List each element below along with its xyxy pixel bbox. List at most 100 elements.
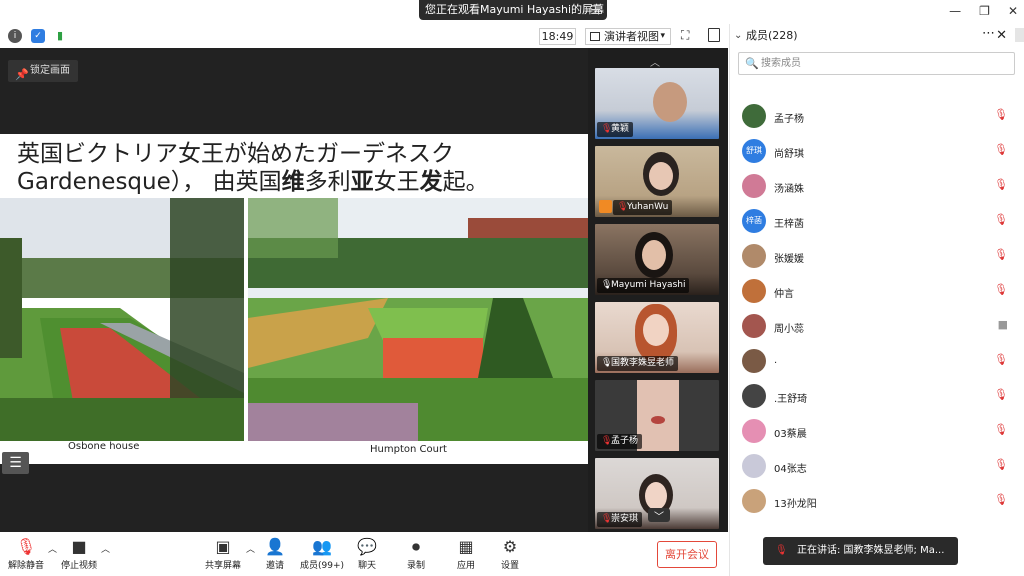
- list-item[interactable]: 张媛媛 🎙: [742, 242, 1012, 272]
- chevron-down-icon[interactable]: ⌄: [734, 24, 742, 48]
- close-window-icon[interactable]: ✕: [1008, 4, 1018, 18]
- member-name: 孟子杨: [774, 114, 804, 125]
- view-mode-button[interactable]: 演讲者视图 ▾: [585, 28, 671, 45]
- list-icon[interactable]: ☰: [2, 452, 29, 474]
- mic-off-icon: 🎙: [601, 436, 613, 446]
- shared-screen: 📌 锁定画面 英国ビクトリア女王が始めたガーデネスク Gardenesque），…: [0, 48, 588, 532]
- tile-label: 🎙 崇安琪: [597, 512, 643, 527]
- face: [642, 240, 666, 270]
- video-tile[interactable]: 🎙 黄颖: [595, 68, 719, 139]
- share-screen-icon: ▣: [215, 537, 231, 556]
- stop-video-label: 停止视频: [60, 561, 97, 571]
- mic-off-icon: 🎙: [994, 493, 1008, 506]
- list-item[interactable]: 03蔡晨 🎙: [742, 417, 1012, 447]
- scrollbar[interactable]: [1015, 28, 1024, 42]
- share-screen-button[interactable]: ▣ 共享屏幕: [204, 536, 242, 571]
- mic-off-icon: 🎙: [994, 178, 1008, 191]
- tile-label: 🎙 孟子杨: [597, 434, 643, 449]
- mic-off-icon: 🎙: [994, 108, 1008, 121]
- avatar: [742, 419, 766, 443]
- list-item[interactable]: 舒琪 尚舒琪 🎙: [742, 137, 1012, 167]
- share-banner-text: 您正在观看Mayumi Hayashi的屏幕: [425, 3, 605, 16]
- search-input[interactable]: 🔍 搜索成员: [738, 52, 1015, 75]
- chevron-up-icon[interactable]: ︿: [650, 54, 660, 69]
- video-tile[interactable]: 🎙 孟子杨: [595, 380, 719, 451]
- chat-button[interactable]: 💬 聊天: [354, 536, 380, 571]
- list-item[interactable]: 梓菡 王梓菡 🎙: [742, 207, 1012, 237]
- close-icon[interactable]: ✕: [996, 24, 1007, 48]
- apps-icon: ▦: [458, 537, 474, 556]
- panel-header: ⌄ 成员(228) ⋯ ✕: [730, 24, 1024, 48]
- avatar: [742, 104, 766, 128]
- list-item[interactable]: 13孙龙阳 🎙: [742, 487, 1012, 517]
- avatar: [742, 174, 766, 198]
- list-item[interactable]: 04张志 🎙: [742, 452, 1012, 482]
- mic-icon: 🎙: [601, 358, 613, 368]
- meeting-info-bar: i ✓ ▮ 18:49 演讲者视图 ▾ ⛶: [0, 26, 728, 47]
- mic-off-icon: 🎙: [601, 514, 613, 524]
- restore-icon[interactable]: ❐: [979, 4, 990, 18]
- unmute-button[interactable]: 🎙 解除静音: [8, 536, 44, 571]
- participants-label: 成员(99+): [299, 561, 345, 571]
- invite-button[interactable]: 👤 邀请: [262, 536, 288, 571]
- mic-off-icon: 🎙: [994, 388, 1008, 401]
- chevron-up-icon[interactable]: ︿: [101, 542, 110, 555]
- screen-share-banner[interactable]: 您正在观看Mayumi Hayashi的屏幕 ☰: [419, 0, 607, 20]
- search-icon: 🔍: [745, 57, 759, 70]
- camera-off-icon: [1010, 108, 1022, 120]
- minimize-icon[interactable]: —: [949, 4, 961, 18]
- face: [643, 314, 669, 346]
- leave-meeting-button[interactable]: 离开会议: [657, 541, 717, 568]
- pin-label: 锁定画面: [30, 65, 70, 76]
- invite-label: 邀请: [265, 561, 284, 571]
- chevron-up-icon[interactable]: ︿: [246, 542, 255, 555]
- member-name: .: [774, 355, 778, 366]
- signal-icon[interactable]: ▮: [53, 29, 67, 43]
- chevron-up-icon[interactable]: ︿: [48, 542, 57, 555]
- record-button[interactable]: ⏺ 录制: [403, 536, 429, 571]
- pin-screen-button[interactable]: 📌 锁定画面: [8, 60, 78, 82]
- list-item[interactable]: 汤涵姝 🎙: [742, 172, 1012, 202]
- list-item[interactable]: . 🎙: [742, 347, 1012, 377]
- record-icon: ⏺: [411, 537, 420, 556]
- tile-label: 🎙 国教李姝昱老师: [597, 356, 679, 371]
- chevron-down-icon[interactable]: ﹀: [648, 508, 670, 523]
- panel-title: 成员(228): [746, 29, 798, 42]
- info-icon[interactable]: i: [8, 29, 22, 43]
- apps-label: 应用: [456, 561, 475, 571]
- settings-button[interactable]: ⚙ 设置: [497, 536, 523, 571]
- list-item[interactable]: 仲言 🎙: [742, 277, 1012, 307]
- avatar: [742, 454, 766, 478]
- tile-label: 🎙 YuhanWu: [613, 200, 673, 215]
- apps-button[interactable]: ▦ 应用: [453, 536, 479, 571]
- member-name: 13孙龙阳: [774, 499, 817, 510]
- tile-label: 🎙 Mayumi Hayashi: [597, 278, 690, 293]
- video-camera-icon: ■: [71, 537, 87, 556]
- sidebar-toggle-icon[interactable]: [708, 28, 720, 42]
- menu-icon[interactable]: ☰: [590, 0, 601, 20]
- list-item[interactable]: 孟子杨 🎙: [742, 102, 1012, 132]
- view-mode-label: 演讲者视图: [604, 30, 659, 43]
- video-tile[interactable]: 🎙 Mayumi Hayashi: [595, 224, 719, 295]
- avatar: [742, 384, 766, 408]
- mic-off-icon: 🎙: [994, 213, 1008, 226]
- video-tile[interactable]: 🎙 国教李姝昱老师: [595, 302, 719, 373]
- pin-icon: 📌: [15, 68, 29, 81]
- fullscreen-icon[interactable]: ⛶: [681, 28, 689, 43]
- chat-icon: 💬: [357, 537, 377, 556]
- more-icon[interactable]: ⋯: [982, 22, 995, 46]
- shield-icon[interactable]: ✓: [31, 29, 45, 43]
- member-name: 03蔡晨: [774, 429, 807, 440]
- video-tile[interactable]: 🎙 YuhanWu: [595, 146, 719, 217]
- share-screen-label: 共享屏幕: [204, 561, 241, 571]
- face: [653, 82, 687, 122]
- speaking-text: 正在讲话: 国教李姝昱老师; Ma...: [797, 545, 945, 556]
- title-bar: 您正在观看Mayumi Hayashi的屏幕 ☰ — ❐ ✕: [0, 0, 1024, 24]
- stop-video-button[interactable]: ■ 停止视频: [60, 536, 98, 571]
- member-name: .王舒琦: [774, 394, 808, 405]
- mic-off-icon: 🎙: [994, 423, 1008, 436]
- list-item[interactable]: .王舒琦 🎙: [742, 382, 1012, 412]
- list-item[interactable]: 周小蕊 ■: [742, 312, 1012, 342]
- slide-text: 英国ビクトリア女王が始めたガーデネスク Gardenesque）， 由英国维多利…: [17, 140, 489, 196]
- participants-button[interactable]: 👥 成员(99+): [299, 536, 345, 571]
